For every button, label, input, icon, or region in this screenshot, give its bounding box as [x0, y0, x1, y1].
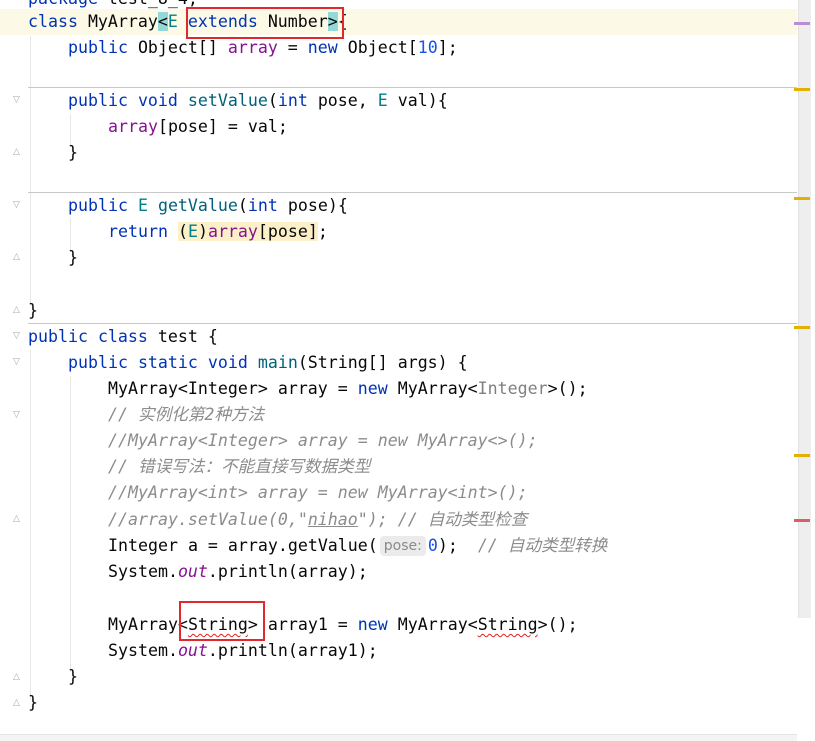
keyword: public	[68, 91, 128, 110]
type-parameter: E	[167, 12, 178, 31]
number-literal: 10	[417, 38, 438, 57]
indent-guide	[70, 376, 71, 672]
fold-icon[interactable]: ▽	[13, 96, 22, 105]
class-name: test {	[147, 327, 218, 346]
type-parameter: E	[377, 91, 388, 110]
error-squiggle: String	[477, 615, 538, 634]
keyword: int	[277, 91, 308, 110]
scroll-marker-warning[interactable]	[794, 454, 810, 457]
scroll-marker-warning[interactable]	[794, 197, 810, 200]
fold-icon[interactable]: ▽	[13, 201, 22, 210]
method-name: setValue	[187, 91, 268, 110]
method-name: getValue	[157, 196, 238, 215]
fold-icon[interactable]: △	[13, 699, 22, 708]
code-line[interactable]: // 实例化第2种方法	[108, 402, 264, 428]
scroll-marker-error[interactable]	[794, 519, 810, 522]
variable-name: a	[187, 536, 198, 555]
redundant-cast-highlight: (E)array[pose]	[177, 222, 318, 241]
editor-gutter[interactable]	[0, 0, 26, 741]
indent-guide	[30, 350, 31, 700]
annotation-box-string-generic	[179, 601, 265, 641]
code-line[interactable]: public E getValue(int pose){	[68, 193, 348, 219]
code-line[interactable]: }	[68, 140, 78, 166]
indent-guide	[30, 36, 31, 306]
keyword: new	[357, 615, 388, 634]
code-editor[interactable]: ▽ ▽ △ ▽ △ △ ▽ ▽ ▽ △ △ △ package test_8_4…	[0, 0, 815, 741]
brace-match: <	[157, 12, 168, 31]
comment: // 错误写法：不能直接写数据类型	[108, 457, 371, 476]
keyword: new	[307, 38, 338, 57]
comment: // 自动类型转换	[477, 536, 608, 555]
code-line[interactable]: MyArray<Integer> array = new MyArray<Int…	[108, 376, 588, 402]
code-line[interactable]: }	[28, 690, 38, 716]
keyword: static	[127, 353, 198, 372]
code-line[interactable]: return (E)array[pose];	[108, 219, 328, 245]
keyword: class	[28, 12, 78, 31]
fold-icon[interactable]: △	[13, 673, 22, 682]
type-parameter: E	[187, 222, 198, 241]
fold-icon[interactable]: ▽	[13, 411, 22, 420]
keyword: void	[127, 91, 188, 110]
keyword: int	[247, 196, 278, 215]
fold-icon[interactable]: △	[13, 253, 22, 262]
code-line[interactable]: public static void main(String[] args) {	[68, 350, 468, 376]
code-text: test_8_4;	[98, 0, 198, 8]
comment: // 实例化第2种方法	[108, 405, 265, 424]
code-line[interactable]: }	[28, 298, 38, 324]
code-line[interactable]: public class test {	[28, 324, 218, 350]
parameter-hint: pose:	[379, 536, 426, 556]
static-field: out	[177, 562, 208, 581]
scroll-marker-warning[interactable]	[794, 88, 810, 91]
comment-typo: nihao	[307, 510, 358, 529]
scroll-marker-warning[interactable]	[794, 326, 810, 329]
field-name: array	[227, 38, 278, 57]
comment: //MyArray<Integer> array = new MyArray<>…	[108, 431, 538, 450]
field-name: array	[207, 222, 258, 241]
keyword: new	[357, 379, 388, 398]
code-line[interactable]: //array.setValue(0,"nihao"); // 自动类型检查	[108, 507, 527, 533]
scroll-marker-info[interactable]	[794, 22, 810, 25]
fold-icon[interactable]: △	[13, 148, 22, 157]
comment: //array.setValue(0,"	[108, 510, 308, 529]
type-parameter: E	[137, 196, 148, 215]
code-line[interactable]: System.out.println(array);	[108, 559, 368, 585]
code-line[interactable]: array[pose] = val;	[108, 114, 288, 140]
code-line[interactable]: Integer a = array.getValue(pose: 0); // 自…	[108, 533, 607, 559]
keyword: public	[68, 196, 128, 215]
number-literal: 0	[427, 536, 438, 555]
comment: "); // 自动类型检查	[357, 510, 528, 529]
code-line[interactable]: //MyArray<Integer> array = new MyArray<>…	[108, 428, 538, 454]
code-line[interactable]: }	[68, 245, 78, 271]
fold-icon[interactable]: ▽	[13, 358, 22, 367]
code-line[interactable]: public void setValue(int pose, E val){	[68, 88, 448, 114]
code-line-current[interactable]: class MyArray<E extends Number>{	[0, 9, 797, 35]
code-line[interactable]: // 错误写法：不能直接写数据类型	[108, 454, 370, 480]
fold-icon[interactable]: △	[13, 306, 22, 315]
annotation-box-extends-number	[186, 7, 344, 39]
static-field: out	[177, 641, 208, 660]
code-line[interactable]: //MyArray<int> array = new MyArray<int>(…	[108, 480, 528, 506]
fold-icon[interactable]: ▽	[13, 332, 22, 341]
fold-icon[interactable]: △	[13, 515, 22, 524]
keyword: return	[108, 222, 168, 241]
keyword: void	[197, 353, 248, 372]
code-line[interactable]: System.out.println(array1);	[108, 638, 378, 664]
keyword: package	[28, 0, 98, 8]
horizontal-scrollbar[interactable]	[0, 734, 797, 741]
scrollbar-thumb[interactable]	[798, 0, 811, 618]
comment: //MyArray<int> array = new MyArray<int>(…	[108, 483, 528, 502]
class-name: MyArray	[77, 12, 158, 31]
code-line[interactable]: }	[68, 664, 78, 690]
method-name: main	[257, 353, 298, 372]
keyword: public	[68, 38, 128, 57]
keyword: public	[68, 353, 128, 372]
redundant-type-arg: Integer	[477, 379, 548, 398]
keyword: public	[28, 327, 88, 346]
field-name: array	[108, 117, 158, 136]
keyword: class	[87, 327, 148, 346]
